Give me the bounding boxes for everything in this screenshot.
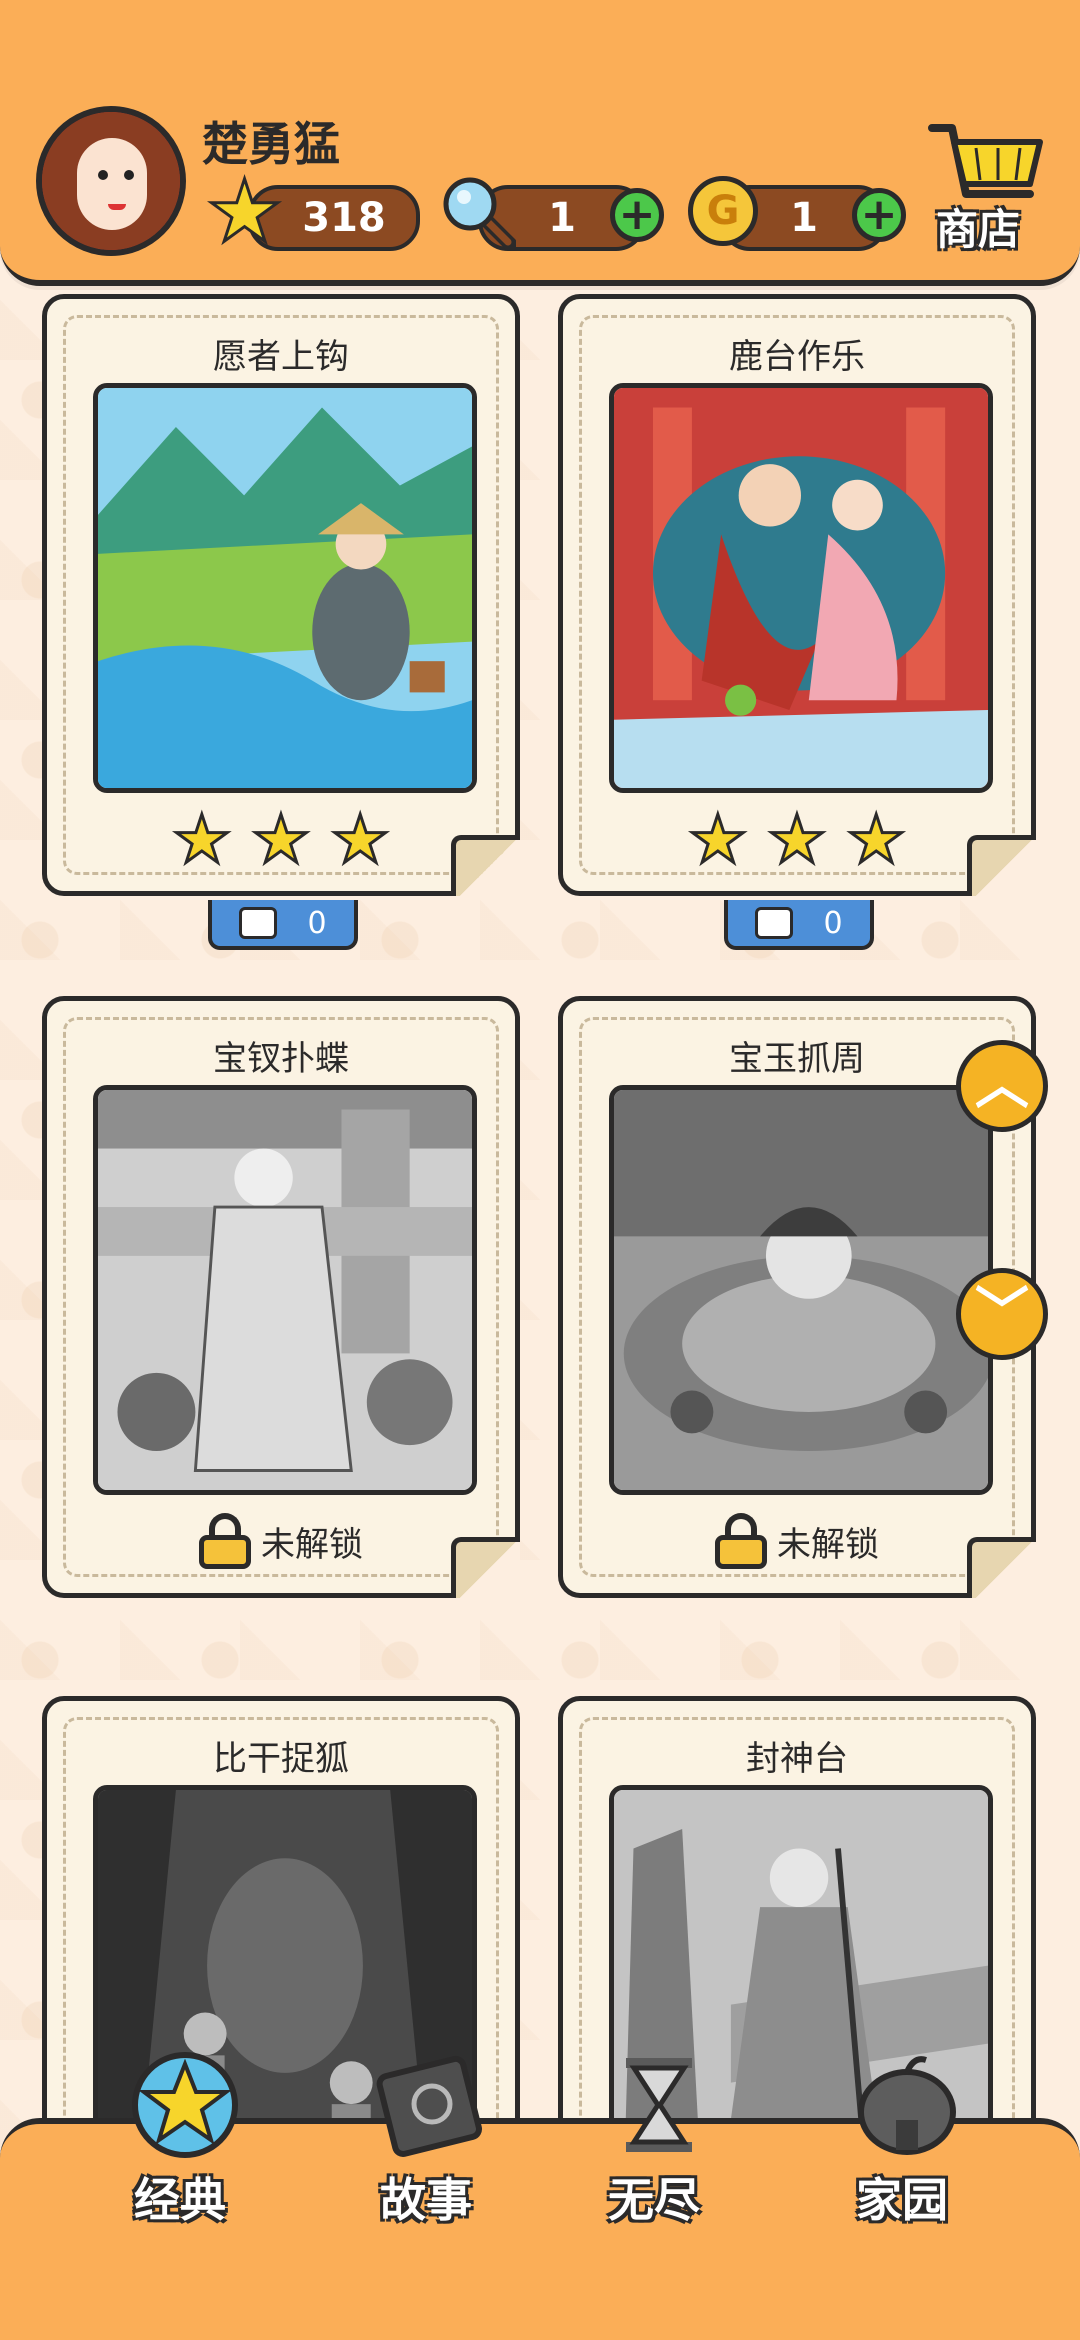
comment-count: 0 bbox=[307, 905, 327, 941]
nav-home[interactable]: 家园 bbox=[802, 2050, 1002, 2250]
comment-icon bbox=[755, 907, 794, 939]
nav-endless[interactable]: 无尽 bbox=[554, 2050, 754, 2250]
coin-icon: G bbox=[688, 176, 758, 246]
double-chevron-up-icon: ︿ bbox=[975, 1053, 1029, 1116]
magnifier-icon bbox=[443, 177, 516, 250]
nav-label: 经典 bbox=[134, 2173, 226, 2227]
book-icon bbox=[376, 2055, 483, 2157]
nav-classic[interactable]: 经典 bbox=[80, 2050, 280, 2250]
level-stars: ★ ★ ★ bbox=[563, 801, 1031, 878]
avatar[interactable] bbox=[36, 106, 186, 256]
comment-badge[interactable]: 0 bbox=[724, 900, 874, 950]
lock-icon bbox=[199, 1513, 251, 1569]
nav-story[interactable]: 故事 bbox=[326, 2050, 526, 2250]
star-icon: ★ bbox=[329, 801, 391, 878]
shop-label[interactable]: 商店 bbox=[936, 196, 1020, 257]
page-fold bbox=[451, 835, 520, 896]
lock-icon bbox=[715, 1513, 767, 1569]
star-icon: ★ bbox=[687, 801, 749, 878]
lock-text: 未解锁 bbox=[777, 1524, 879, 1565]
locked-status: 未解锁 bbox=[47, 1513, 515, 1569]
double-chevron-down-icon: ﹀ bbox=[975, 1281, 1029, 1344]
level-thumbnail-locked[interactable] bbox=[93, 1085, 477, 1495]
lock-text: 未解锁 bbox=[261, 1524, 363, 1565]
add-coin-button[interactable]: + bbox=[852, 188, 906, 242]
comment-icon bbox=[239, 907, 278, 939]
stars-count: 318 bbox=[302, 195, 386, 241]
star-icon: ★ bbox=[845, 801, 907, 878]
avatar-face bbox=[77, 138, 147, 230]
star-icon: ★ bbox=[171, 801, 233, 878]
scroll-up-button[interactable]: ︿ bbox=[956, 1040, 1048, 1132]
star-icon: ★ bbox=[766, 801, 828, 878]
level-stars: ★ ★ ★ bbox=[47, 801, 515, 878]
level-title: 愿者上钩 bbox=[213, 337, 349, 377]
coin-count: 1 bbox=[790, 195, 818, 241]
magnifier-count: 1 bbox=[548, 195, 576, 241]
scroll-down-button[interactable]: ﹀ bbox=[956, 1268, 1048, 1360]
comment-badge[interactable]: 0 bbox=[208, 900, 358, 950]
nav-label: 家园 bbox=[856, 2173, 948, 2227]
nav-label: 故事 bbox=[380, 2173, 472, 2227]
level-thumbnail[interactable] bbox=[609, 383, 993, 793]
avatar-eye bbox=[98, 170, 108, 180]
level-thumbnail-locked[interactable] bbox=[609, 1085, 993, 1495]
comment-count: 0 bbox=[823, 905, 843, 941]
level-card-3[interactable]: 宝钗扑蝶 未解锁 bbox=[42, 996, 520, 1598]
nav-label: 无尽 bbox=[608, 2173, 700, 2227]
page-fold bbox=[967, 1537, 1036, 1598]
level-title: 封神台 bbox=[746, 1739, 848, 1779]
star-icon: ★ bbox=[205, 162, 285, 262]
level-title: 比干捉狐 bbox=[213, 1739, 349, 1779]
page-fold bbox=[967, 835, 1036, 896]
star-medal-icon bbox=[132, 2052, 238, 2158]
hourglass-icon bbox=[626, 2058, 692, 2152]
level-thumbnail[interactable] bbox=[93, 383, 477, 793]
level-card-1[interactable]: 愿者上钩 ★ ★ ★ bbox=[42, 294, 520, 896]
level-title: 鹿台作乐 bbox=[729, 337, 865, 377]
level-title: 宝钗扑蝶 bbox=[213, 1039, 349, 1079]
level-card-2[interactable]: 鹿台作乐 ★ ★ ★ bbox=[558, 294, 1036, 896]
page-fold bbox=[451, 1537, 520, 1598]
add-magnifier-button[interactable]: + bbox=[610, 188, 664, 242]
pumpkin-house-icon bbox=[858, 2056, 956, 2155]
avatar-eye bbox=[124, 170, 134, 180]
locked-status: 未解锁 bbox=[563, 1513, 1031, 1569]
star-icon: ★ bbox=[250, 801, 312, 878]
